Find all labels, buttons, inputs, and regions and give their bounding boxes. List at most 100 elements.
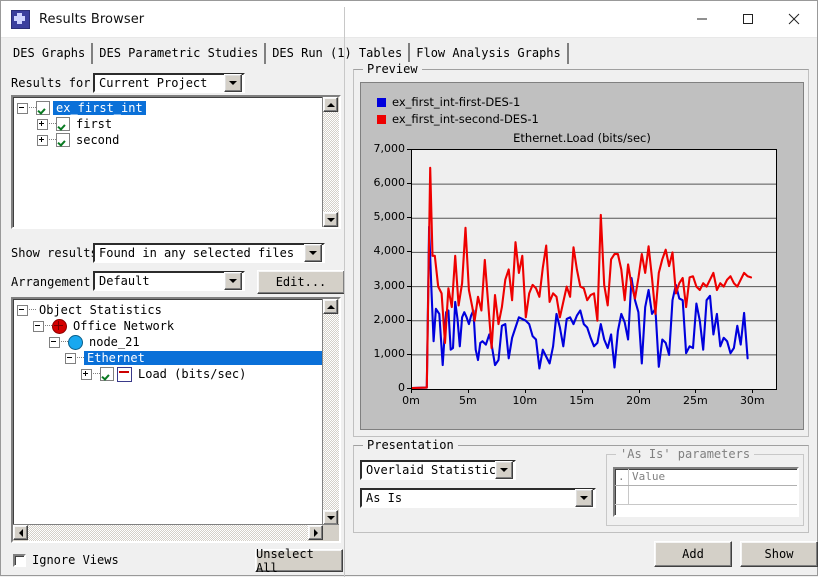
right-pane: Preview ex_first_int-first-DES-1 ex_firs… bbox=[349, 62, 818, 575]
chevron-down-icon[interactable] bbox=[495, 461, 513, 479]
expand-toggle-icon[interactable] bbox=[37, 118, 48, 130]
scroll-track[interactable] bbox=[28, 525, 308, 541]
expand-toggle-icon[interactable] bbox=[81, 368, 92, 380]
tree-checkbox[interactable] bbox=[56, 117, 70, 131]
tree-item-object-statistics[interactable]: Object Statistics bbox=[13, 302, 322, 318]
chevron-down-icon[interactable] bbox=[575, 489, 593, 507]
project-tree-panel[interactable]: ex_first_int first second bbox=[11, 95, 341, 229]
column-header-value: Value bbox=[632, 470, 666, 483]
collapse-toggle-icon[interactable] bbox=[49, 336, 60, 348]
statistics-tree-panel[interactable]: Object Statistics Office Network node_21 bbox=[11, 297, 341, 543]
tree-item-first[interactable]: first bbox=[13, 116, 322, 132]
statistics-tree-hscrollbar[interactable] bbox=[13, 524, 339, 541]
arrangement-row: Arrangement: Default Edit... bbox=[11, 270, 345, 294]
as-is-parameters-group: 'As Is' parameters . Value bbox=[606, 447, 804, 526]
tree-item-ethernet[interactable]: Ethernet bbox=[13, 350, 322, 366]
collapse-toggle-icon[interactable] bbox=[17, 304, 28, 316]
tree-checkbox[interactable] bbox=[56, 133, 70, 147]
collapse-toggle-icon[interactable] bbox=[65, 352, 76, 364]
arrangement-dropdown[interactable]: Default bbox=[93, 271, 245, 291]
tab-des-graphs[interactable]: DES Graphs bbox=[7, 43, 94, 64]
tree-item-second[interactable]: second bbox=[13, 132, 322, 148]
statistics-tree-vscrollbar[interactable] bbox=[322, 299, 339, 525]
arrow-left-icon bbox=[18, 528, 23, 537]
ignore-views-checkbox[interactable] bbox=[13, 553, 26, 567]
arrow-right-icon bbox=[313, 528, 318, 537]
tree-item-label: Ethernet bbox=[84, 351, 322, 365]
scroll-down-button[interactable] bbox=[323, 510, 338, 525]
cell-value[interactable] bbox=[629, 486, 797, 504]
unselect-all-button[interactable]: Unselect All bbox=[255, 547, 343, 575]
x-tick-mark bbox=[524, 389, 526, 393]
x-tick-mark bbox=[638, 389, 640, 393]
tree-connector bbox=[29, 309, 36, 311]
x-tick-mark bbox=[581, 389, 583, 393]
y-tick-mark bbox=[407, 183, 411, 185]
scroll-track[interactable] bbox=[323, 314, 339, 510]
project-tree-scrollbar[interactable] bbox=[322, 97, 339, 227]
results-for-dropdown[interactable]: Current Project bbox=[93, 73, 245, 93]
legend-label-first: ex_first_int-first-DES-1 bbox=[392, 95, 521, 109]
as-is-parameters-title: 'As Is' parameters bbox=[616, 447, 755, 461]
close-icon[interactable] bbox=[771, 1, 817, 37]
preview-group: Preview ex_first_int-first-DES-1 ex_firs… bbox=[353, 62, 809, 437]
expand-toggle-icon[interactable] bbox=[37, 134, 48, 146]
tree-item-office-network[interactable]: Office Network bbox=[13, 318, 322, 334]
presentation-type-dropdown[interactable]: Overlaid Statistics bbox=[360, 460, 516, 480]
tree-checkbox[interactable] bbox=[36, 101, 50, 115]
minimize-icon[interactable] bbox=[679, 1, 725, 37]
show-results-value: Found in any selected files bbox=[99, 246, 295, 260]
presentation-group: Presentation Overlaid Statistics As Is '… bbox=[353, 438, 809, 533]
edit-button[interactable]: Edit... bbox=[257, 270, 345, 294]
node-icon bbox=[68, 334, 83, 350]
scroll-down-button[interactable] bbox=[323, 212, 338, 227]
as-is-parameters-table[interactable]: . Value bbox=[613, 467, 799, 517]
collapse-toggle-icon[interactable] bbox=[33, 320, 44, 332]
plot-area bbox=[411, 149, 777, 390]
tree-item-node-21[interactable]: node_21 bbox=[13, 334, 322, 350]
collapse-toggle-icon[interactable] bbox=[17, 102, 28, 114]
y-tick-label: 2,000 bbox=[373, 312, 406, 326]
presentation-type-value: Overlaid Statistics bbox=[366, 463, 495, 477]
scroll-left-button[interactable] bbox=[13, 525, 28, 540]
add-button[interactable]: Add bbox=[654, 541, 732, 567]
chevron-down-icon[interactable] bbox=[304, 244, 322, 262]
table-row[interactable] bbox=[615, 486, 797, 505]
statistic-icon bbox=[117, 366, 132, 382]
arrangement-label: Arrangement: bbox=[11, 275, 98, 289]
tree-checkbox[interactable] bbox=[100, 367, 114, 381]
x-tick-label: 10m bbox=[512, 394, 538, 407]
tab-des-parametric-studies[interactable]: DES Parametric Studies bbox=[93, 43, 267, 64]
maximize-icon[interactable] bbox=[725, 1, 771, 37]
legend-label-second: ex_first_int-second-DES-1 bbox=[392, 112, 539, 126]
presentation-mode-dropdown[interactable]: As Is bbox=[360, 488, 596, 508]
x-tick-mark bbox=[695, 389, 697, 393]
chevron-down-icon[interactable] bbox=[224, 272, 242, 290]
tree-item-ex-first-int[interactable]: ex_first_int bbox=[13, 100, 322, 116]
chevron-down-icon[interactable] bbox=[224, 74, 242, 92]
tab-flow-analysis-graphs[interactable]: Flow Analysis Graphs bbox=[410, 43, 569, 64]
x-tick-mark bbox=[411, 389, 412, 393]
legend-swatch-blue bbox=[377, 97, 386, 107]
tab-des-run-tables[interactable]: DES Run (1) Tables bbox=[266, 43, 411, 64]
x-tick-label: 20m bbox=[626, 394, 651, 407]
arrangement-value: Default bbox=[99, 274, 150, 288]
statistics-tree: Object Statistics Office Network node_21 bbox=[13, 299, 322, 524]
pane-splitter bbox=[344, 7, 345, 577]
ignore-views-label: Ignore Views bbox=[32, 553, 119, 567]
show-results-dropdown[interactable]: Found in any selected files bbox=[93, 243, 325, 263]
scroll-track[interactable] bbox=[323, 112, 339, 212]
scroll-up-button[interactable] bbox=[323, 299, 338, 314]
chart-title: Ethernet.Load (bits/sec) bbox=[513, 131, 651, 145]
ignore-views-row[interactable]: Ignore Views bbox=[13, 553, 119, 567]
x-tick-label: 15m bbox=[569, 394, 594, 407]
scroll-up-button[interactable] bbox=[323, 97, 338, 112]
tree-item-label: Load (bits/sec) bbox=[138, 367, 247, 381]
tree-item-load-bits-sec[interactable]: Load (bits/sec) bbox=[13, 366, 322, 382]
preview-group-title: Preview bbox=[363, 62, 422, 76]
preview-chart[interactable]: ex_first_int-first-DES-1 ex_first_int-se… bbox=[360, 82, 804, 430]
main-body: Results for: Current Project ex_first_in… bbox=[1, 7, 818, 577]
table-header: . Value bbox=[615, 469, 797, 486]
show-button[interactable]: Show bbox=[740, 541, 818, 567]
scroll-right-button[interactable] bbox=[308, 525, 323, 540]
